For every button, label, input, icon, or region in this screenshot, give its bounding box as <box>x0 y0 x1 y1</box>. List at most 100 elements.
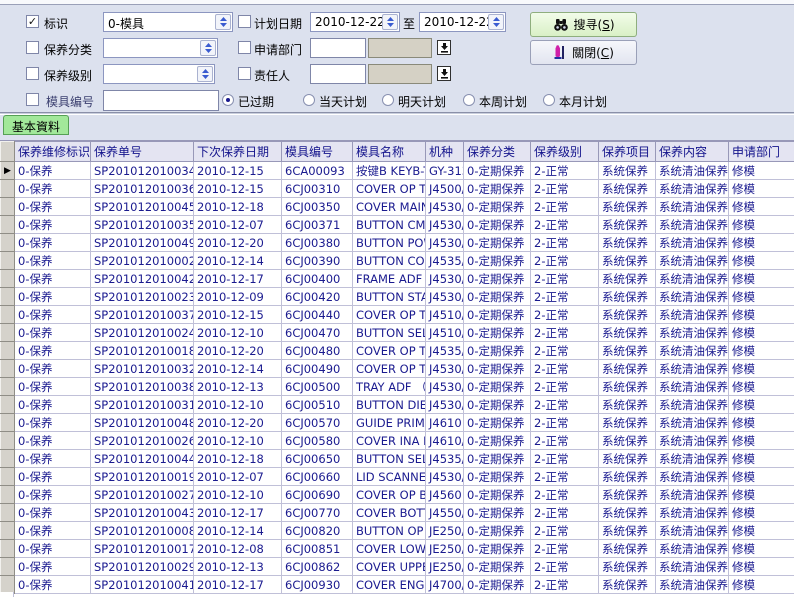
column-header[interactable]: 保养内容 <box>656 142 729 162</box>
table-row[interactable]: 0-保养 SP201012010036 2010-12-15 6CJ00310 … <box>1 180 794 198</box>
table-row[interactable]: 0-保养 SP201012010044 2010-12-18 6CJ00650 … <box>1 450 794 468</box>
table-cell[interactable]: 修模 <box>729 486 794 504</box>
table-cell[interactable]: 0-定期保养 <box>464 522 531 540</box>
row-indicator[interactable] <box>1 252 15 270</box>
table-cell[interactable]: 系统保养 <box>599 540 656 558</box>
table-cell[interactable]: 6CJ00862 <box>282 558 353 576</box>
table-cell[interactable]: 系统保养 <box>599 486 656 504</box>
table-cell[interactable]: 0-定期保养 <box>464 180 531 198</box>
table-row[interactable]: 0-保养 SP201012010026 2010-12-10 6CJ00580 … <box>1 432 794 450</box>
table-cell[interactable]: SP201012010041 <box>91 576 194 594</box>
row-indicator[interactable] <box>1 288 15 306</box>
table-cell[interactable]: 0-保养 <box>15 468 91 486</box>
table-cell[interactable]: J4510/ <box>426 306 464 324</box>
table-cell[interactable]: 6CJ00380 <box>282 234 353 252</box>
table-cell[interactable]: 修模 <box>729 504 794 522</box>
table-cell[interactable]: 0-保养 <box>15 378 91 396</box>
table-cell[interactable]: 0-保养 <box>15 198 91 216</box>
table-cell[interactable]: COVER OP BO <box>353 486 426 504</box>
table-cell[interactable]: J4530/ <box>426 360 464 378</box>
table-cell[interactable]: 0-保养 <box>15 576 91 594</box>
row-indicator[interactable] <box>1 468 15 486</box>
column-header[interactable]: 保养维修标识 <box>15 142 91 162</box>
table-cell[interactable]: 系统清油保养 <box>656 180 729 198</box>
table-cell[interactable]: 修模 <box>729 396 794 414</box>
table-cell[interactable]: 2010-12-20 <box>194 342 282 360</box>
column-header[interactable]: 保养单号 <box>91 142 194 162</box>
table-cell[interactable]: 2010-12-14 <box>194 522 282 540</box>
row-indicator[interactable] <box>1 198 15 216</box>
table-cell[interactable]: 系统保养 <box>599 198 656 216</box>
table-cell[interactable]: 6CJ00490 <box>282 360 353 378</box>
table-cell[interactable]: 2-正常 <box>531 414 599 432</box>
table-cell[interactable]: 0-保养 <box>15 558 91 576</box>
table-row[interactable]: 0-保养 SP201012010027 2010-12-10 6CJ00690 … <box>1 486 794 504</box>
table-cell[interactable]: 6CJ00660 <box>282 468 353 486</box>
table-cell[interactable]: SP201012010002 <box>91 252 194 270</box>
table-cell[interactable]: 系统保养 <box>599 162 656 180</box>
table-cell[interactable]: 2010-12-08 <box>194 540 282 558</box>
row-indicator[interactable] <box>1 522 15 540</box>
table-row[interactable]: 0-保养 SP201012010048 2010-12-20 6CJ00570 … <box>1 414 794 432</box>
table-cell[interactable]: 0-保养 <box>15 432 91 450</box>
table-cell[interactable]: 2010-12-09 <box>194 288 282 306</box>
table-cell[interactable]: 系统保养 <box>599 270 656 288</box>
table-cell[interactable]: 2-正常 <box>531 360 599 378</box>
table-cell[interactable]: 2010-12-07 <box>194 468 282 486</box>
table-cell[interactable]: 2-正常 <box>531 270 599 288</box>
table-row[interactable]: 0-保养 SP201012010035 2010-12-07 6CJ00371 … <box>1 216 794 234</box>
row-indicator[interactable] <box>1 378 15 396</box>
table-cell[interactable]: 2-正常 <box>531 486 599 504</box>
table-cell[interactable]: SP201012010018 <box>91 342 194 360</box>
zeren-picker-button[interactable] <box>437 66 451 81</box>
table-cell[interactable]: GUIDE PRIMA <box>353 414 426 432</box>
row-indicator[interactable] <box>1 324 15 342</box>
table-cell[interactable]: 系统保养 <box>599 576 656 594</box>
table-cell[interactable]: GY-313 <box>426 162 464 180</box>
table-cell[interactable]: SP201012010038 <box>91 378 194 396</box>
table-cell[interactable]: BUTTON OP M <box>353 522 426 540</box>
table-cell[interactable]: 2-正常 <box>531 198 599 216</box>
table-row[interactable]: 0-保养 SP201012010018 2010-12-20 6CJ00480 … <box>1 342 794 360</box>
table-cell[interactable]: SP201012010044 <box>91 450 194 468</box>
table-cell[interactable]: 0-定期保养 <box>464 342 531 360</box>
table-cell[interactable]: BUTTON CM ( <box>353 216 426 234</box>
row-indicator[interactable] <box>1 432 15 450</box>
table-cell[interactable]: SP201012010024 <box>91 324 194 342</box>
column-header[interactable]: 模具编号 <box>282 142 353 162</box>
table-cell[interactable]: J4530/ <box>426 198 464 216</box>
table-cell[interactable]: 系统清油保养 <box>656 468 729 486</box>
table-cell[interactable]: 0-保养 <box>15 342 91 360</box>
table-cell[interactable]: J4550/ <box>426 504 464 522</box>
row-indicator[interactable] <box>1 270 15 288</box>
row-indicator[interactable] <box>1 558 15 576</box>
table-cell[interactable]: COVER OP TO <box>353 306 426 324</box>
table-cell[interactable]: 修模 <box>729 234 794 252</box>
row-indicator[interactable] <box>1 306 15 324</box>
table-cell[interactable]: 0-保养 <box>15 360 91 378</box>
table-cell[interactable]: 修模 <box>729 270 794 288</box>
table-cell[interactable]: 2-正常 <box>531 540 599 558</box>
table-cell[interactable]: J4530/ <box>426 396 464 414</box>
table-cell[interactable]: 修模 <box>729 288 794 306</box>
table-cell[interactable]: COVER BOTTO <box>353 504 426 522</box>
column-header[interactable]: 申请部门 <box>729 142 794 162</box>
table-cell[interactable]: 修模 <box>729 324 794 342</box>
row-indicator[interactable] <box>1 450 15 468</box>
table-cell[interactable]: 系统清油保养 <box>656 378 729 396</box>
table-cell[interactable]: 系统清油保养 <box>656 450 729 468</box>
table-cell[interactable]: SP201012010036 <box>91 180 194 198</box>
table-cell[interactable]: COVER OP TO <box>353 360 426 378</box>
table-cell[interactable]: 2010-12-17 <box>194 576 282 594</box>
column-header[interactable]: 保养项目 <box>599 142 656 162</box>
jihua-checkbox[interactable] <box>238 15 251 28</box>
table-cell[interactable]: 系统清油保养 <box>656 324 729 342</box>
table-cell[interactable]: SP201012010008 <box>91 522 194 540</box>
table-cell[interactable]: SP201012010031 <box>91 396 194 414</box>
table-cell[interactable]: BUTTON STAI <box>353 288 426 306</box>
table-cell[interactable]: 6CJ00690 <box>282 486 353 504</box>
table-cell[interactable]: 0-定期保养 <box>464 450 531 468</box>
table-cell[interactable]: 2010-12-07 <box>194 216 282 234</box>
table-cell[interactable]: 系统保养 <box>599 306 656 324</box>
row-indicator[interactable] <box>1 576 15 594</box>
